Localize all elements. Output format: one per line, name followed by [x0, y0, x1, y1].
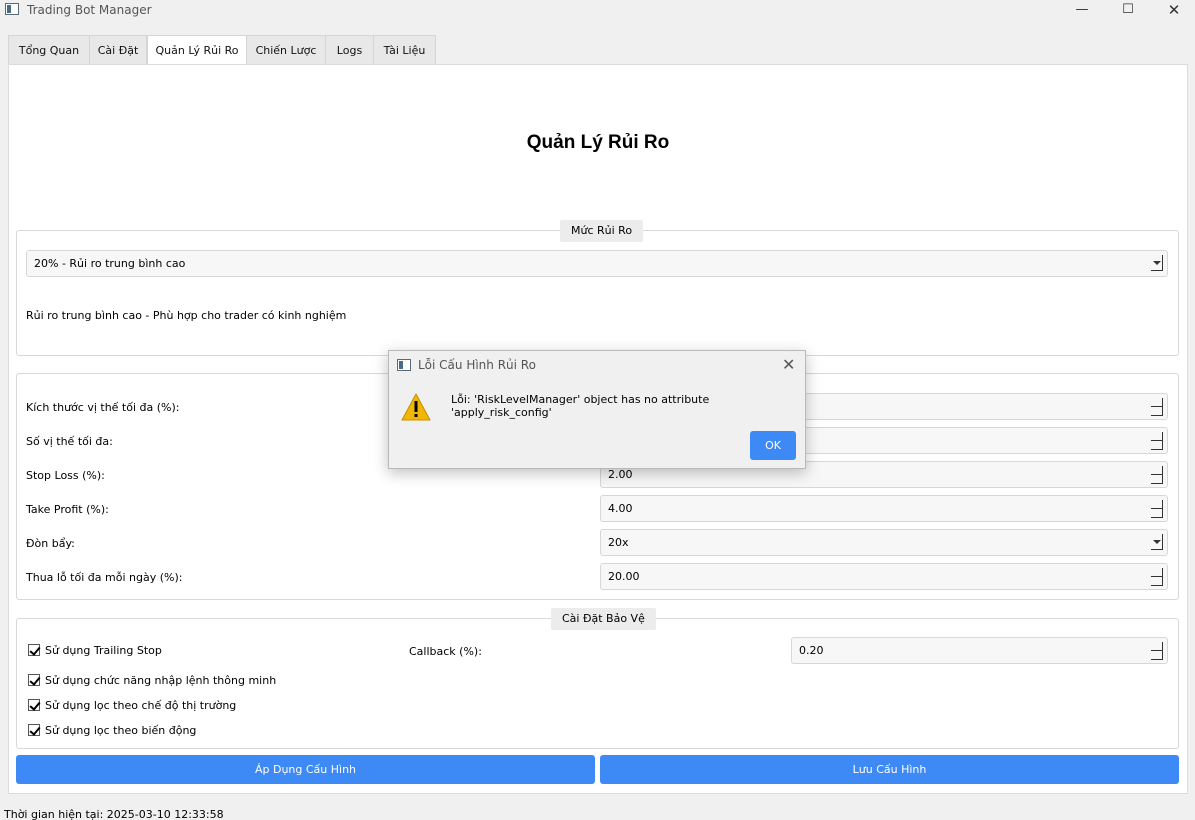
- window-title: Trading Bot Manager: [27, 3, 152, 17]
- volatility-filter-checkbox[interactable]: [28, 724, 40, 736]
- dialog-title: Lỗi Cấu Hình Rủi Ro: [418, 358, 536, 372]
- tab-strategy[interactable]: Chiến Lược: [246, 35, 326, 65]
- trailing-stop-label[interactable]: Sử dụng Trailing Stop: [45, 644, 162, 657]
- tab-docs[interactable]: Tài Liệu: [373, 35, 436, 65]
- dialog-app-icon: [397, 359, 411, 371]
- stop-loss-label: Stop Loss (%):: [26, 469, 105, 482]
- max-daily-loss-label: Thua lỗ tối đa mỗi ngày (%):: [26, 571, 183, 584]
- risk-level-select[interactable]: 20% - Rủi ro trung bình cao: [26, 250, 1168, 277]
- spin-arrows-icon[interactable]: [1151, 500, 1163, 518]
- callback-spinbox[interactable]: 0.20: [791, 637, 1168, 664]
- stop-loss-value: 2.00: [608, 468, 633, 481]
- risk-level-group: [16, 230, 1179, 356]
- title-bar: Trading Bot Manager — ☐ ✕: [0, 0, 1195, 24]
- chevron-down-icon: [1151, 534, 1163, 550]
- take-profit-label: Take Profit (%):: [26, 503, 109, 516]
- spin-arrows-icon[interactable]: [1151, 432, 1163, 450]
- trailing-stop-checkbox[interactable]: [28, 644, 40, 656]
- risk-level-description: Rủi ro trung bình cao - Phù hợp cho trad…: [26, 309, 347, 322]
- max-position-size-label: Kích thước vị thế tối đa (%):: [26, 401, 180, 414]
- smart-entry-label[interactable]: Sử dụng chức năng nhập lệnh thông minh: [45, 674, 276, 687]
- maximize-button[interactable]: ☐: [1105, 0, 1151, 20]
- apply-config-button[interactable]: Áp Dụng Cấu Hình: [16, 755, 595, 784]
- callback-value: 0.20: [799, 644, 824, 657]
- risk-level-value: 20% - Rủi ro trung bình cao: [34, 257, 186, 270]
- minimize-button[interactable]: —: [1059, 0, 1105, 20]
- leverage-label: Đòn bẩy:: [26, 537, 75, 550]
- spin-arrows-icon[interactable]: [1151, 398, 1163, 416]
- spin-arrows-icon[interactable]: [1151, 642, 1163, 660]
- spin-arrows-icon[interactable]: [1151, 466, 1163, 484]
- error-dialog: Lỗi Cấu Hình Rủi Ro ✕ Lỗi: 'RiskLevelMan…: [388, 350, 806, 469]
- risk-level-group-title: Mức Rủi Ro: [560, 220, 644, 242]
- max-daily-loss-value: 20.00: [608, 570, 640, 583]
- tab-overview[interactable]: Tổng Quan: [8, 35, 90, 65]
- take-profit-spinbox[interactable]: 4.00: [600, 495, 1168, 522]
- take-profit-value: 4.00: [608, 502, 633, 515]
- market-regime-filter-checkbox[interactable]: [28, 699, 40, 711]
- chevron-down-icon: [1151, 255, 1163, 271]
- tab-logs[interactable]: Logs: [325, 35, 374, 65]
- smart-entry-checkbox[interactable]: [28, 674, 40, 686]
- max-daily-loss-spinbox[interactable]: 20.00: [600, 563, 1168, 590]
- dialog-message: Lỗi: 'RiskLevelManager' object has no at…: [451, 393, 710, 419]
- leverage-value: 20x: [608, 536, 629, 549]
- status-bar-time: Thời gian hiện tại: 2025-03-10 12:33:58: [4, 808, 224, 820]
- callback-label: Callback (%):: [409, 645, 482, 658]
- market-regime-filter-label[interactable]: Sử dụng lọc theo chế độ thị trường: [45, 699, 236, 712]
- leverage-select[interactable]: 20x: [600, 529, 1168, 556]
- dialog-ok-button[interactable]: OK: [750, 431, 796, 460]
- page-title: Quản Lý Rủi Ro: [526, 132, 670, 153]
- save-config-button[interactable]: Lưu Cấu Hình: [600, 755, 1179, 784]
- warning-icon: [401, 393, 431, 421]
- tab-risk-management[interactable]: Quản Lý Rủi Ro: [147, 35, 247, 66]
- tab-settings[interactable]: Cài Đặt: [89, 35, 147, 65]
- spin-arrows-icon[interactable]: [1151, 568, 1163, 586]
- volatility-filter-label[interactable]: Sử dụng lọc theo biến động: [45, 724, 196, 737]
- protection-group-title: Cài Đặt Bảo Vệ: [551, 608, 656, 630]
- app-icon: [5, 3, 19, 15]
- dialog-close-button[interactable]: ✕: [782, 355, 795, 374]
- close-button[interactable]: ✕: [1151, 0, 1195, 20]
- max-positions-label: Số vị thế tối đa:: [26, 435, 113, 448]
